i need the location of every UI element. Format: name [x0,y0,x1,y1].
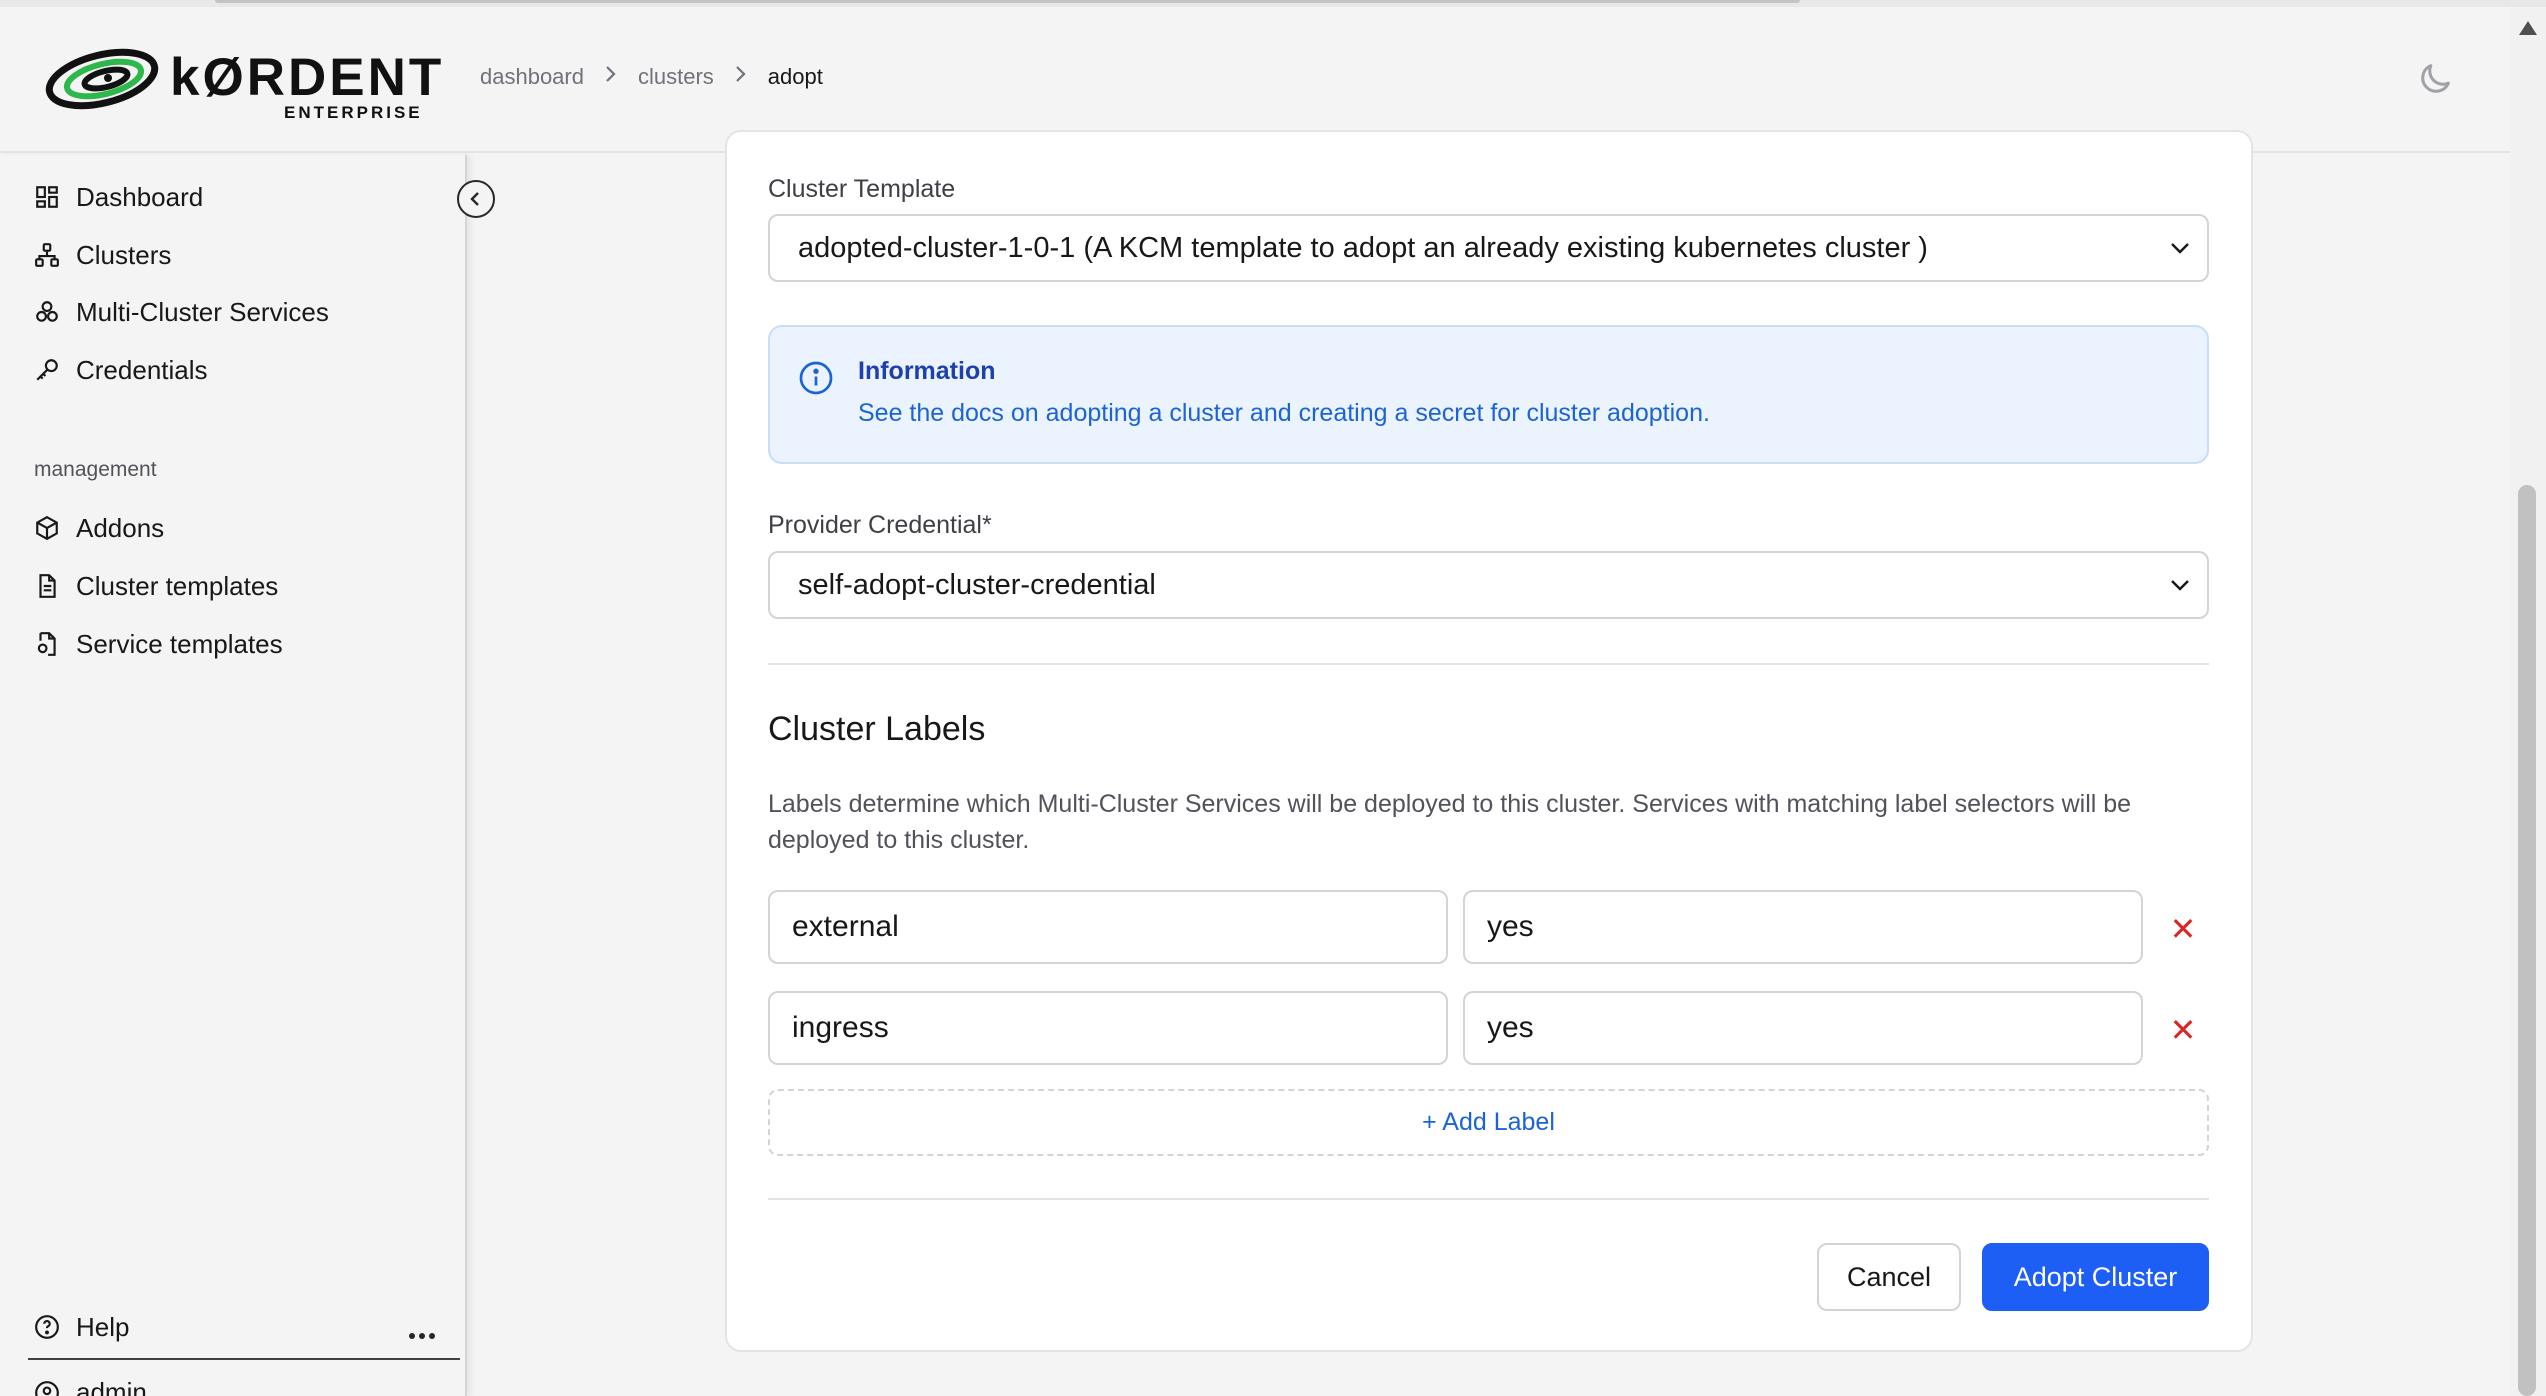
management-section-label: management [34,458,157,481]
adopt-cluster-button[interactable]: Adopt Cluster [1982,1243,2209,1311]
cluster-template-select[interactable]: adopted-cluster-1-0-1 (A KCM template to… [768,214,2209,282]
more-horizontal-icon[interactable] [408,1315,436,1347]
sidebar-item-addons[interactable]: Addons [32,506,164,550]
kordent-logo[interactable]: kØRDENT ENTERPRISE [44,37,441,127]
sidebar-item-label: Cluster templates [76,570,279,601]
chevron-right-icon [734,63,748,91]
info-icon [799,361,833,395]
user-label: admin [76,1377,147,1396]
cluster-labels-description: Labels determine which Multi-Cluster Ser… [768,790,2132,854]
label-value-input[interactable]: yes [1463,991,2143,1065]
sidebar-user[interactable]: admin [32,1377,147,1396]
information-title: Information [858,357,996,385]
theme-toggle-button[interactable] [2415,59,2455,99]
information-docs-link[interactable]: See the docs on adopting a cluster and c… [858,399,1710,428]
scroll-up-arrow-icon[interactable] [2519,21,2537,35]
sidebar-item-multi-cluster-services[interactable]: Multi-Cluster Services [32,290,329,334]
sidebar-item-dashboard[interactable]: Dashboard [32,175,203,219]
help-label: Help [76,1311,130,1342]
cluster-template-value: adopted-cluster-1-0-1 (A KCM template to… [798,231,1928,264]
logo-wordmark: kØRDENT [170,48,445,107]
remove-label-button[interactable]: ✕ [2165,911,2201,947]
section-divider [768,663,2209,665]
add-label-button[interactable]: + Add Label [768,1089,2209,1156]
moon-icon [2421,64,2450,93]
sidebar: Dashboard Clusters Multi-Cluster Service… [0,155,467,1396]
breadcrumb-clusters[interactable]: clusters [638,64,714,90]
actions-divider [768,1198,2209,1200]
sidebar-item-help[interactable]: Help [32,1305,442,1349]
chevron-down-icon [2171,580,2189,591]
sidebar-item-label: Addons [76,512,165,543]
app-window: kØRDENT ENTERPRISE dashboard clusters ad… [0,0,2546,1396]
key-icon [32,355,62,385]
cluster-template-label: Cluster Template [768,175,956,203]
file-text-icon [32,571,62,601]
user-circle-icon [32,1378,62,1396]
close-icon: ✕ [2169,1012,2197,1048]
provider-credential-label: Provider Credential* [768,511,992,539]
help-circle-icon [32,1312,62,1342]
chevron-right-icon [604,63,618,91]
chevron-down-icon [2171,243,2189,254]
information-callout: Information See the docs on adopting a c… [768,325,2209,464]
provider-credential-select[interactable]: self-adopt-cluster-credential [768,551,2209,619]
horizontal-scroll-indicator[interactable] [215,0,1800,3]
sidebar-item-service-templates[interactable]: Service templates [32,622,283,666]
sidebar-divider [28,1358,460,1360]
sidebar-item-clusters[interactable]: Clusters [32,233,171,277]
vertical-scrollbar[interactable] [2510,7,2546,1396]
label-key-input[interactable]: ingress [768,991,1448,1065]
cancel-button[interactable]: Cancel [1817,1243,1961,1311]
file-cog-icon [32,629,62,659]
scrollbar-thumb[interactable] [2518,485,2536,1396]
window-top-strip [0,0,2546,7]
sidebar-item-cluster-templates[interactable]: Cluster templates [32,564,278,608]
package-icon [32,513,62,543]
sidebar-item-label: Credentials [76,354,208,385]
logo-subtitle: ENTERPRISE [284,103,423,122]
collapse-sidebar-button[interactable] [457,180,495,218]
breadcrumb: dashboard clusters adopt [480,63,823,91]
logo-mark-icon [45,48,159,110]
label-key-input[interactable]: external [768,890,1448,964]
breadcrumb-dashboard[interactable]: dashboard [480,64,584,90]
dashboard-grid-icon [32,182,62,212]
label-value-input[interactable]: yes [1463,890,2143,964]
close-icon: ✕ [2169,911,2197,947]
sidebar-item-label: Clusters [76,239,172,270]
sidebar-item-label: Multi-Cluster Services [76,296,329,327]
breadcrumb-adopt: adopt [767,64,823,89]
sidebar-item-credentials[interactable]: Credentials [32,348,208,392]
provider-credential-value: self-adopt-cluster-credential [798,568,1156,601]
sidebar-item-label: Service templates [76,628,283,659]
network-icon [32,240,62,270]
remove-label-button[interactable]: ✕ [2165,1012,2201,1048]
cluster-labels-title: Cluster Labels [768,710,986,748]
boxes-icon [32,297,62,327]
sidebar-item-label: Dashboard [76,181,204,212]
chevron-left-icon [470,192,479,206]
